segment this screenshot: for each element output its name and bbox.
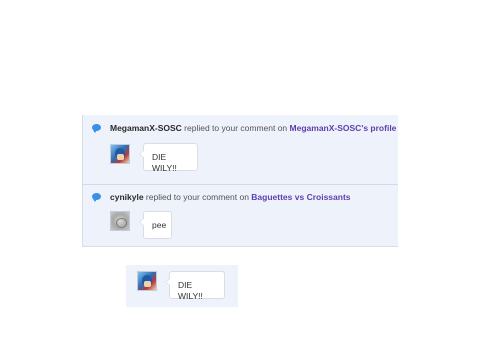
reply-preview-card: DIE WILY!! [126,265,238,307]
notification-action: replied to your comment on [181,123,290,133]
comment-bubble: pee [139,211,172,239]
target-link[interactable]: MegamanX-SOSC's profile [290,123,397,133]
reply-comment-text: DIE WILY!! [178,280,203,301]
username-link[interactable]: MegamanX-SOSC [110,123,182,133]
comment-text: DIE WILY!! [152,152,177,173]
comment-bubble-icon [92,193,101,202]
username-link[interactable]: cynikyle [110,192,144,202]
notification-item[interactable]: cynikyle replied to your comment on Bagu… [83,185,398,246]
page: MegamanX-SOSC replied to your comment on… [0,0,480,360]
comment-bubble-icon [92,124,101,133]
reply-comment-bubble: DIE WILY!! [165,271,225,301]
target-link[interactable]: Baguettes vs Croissants [251,192,350,202]
comment-bubble: DIE WILY!! [139,143,198,173]
notification-action: replied to your comment on [143,192,252,202]
notification-text: MegamanX-SOSC replied to your comment on… [110,123,396,134]
notification-list: MegamanX-SOSC replied to your comment on… [82,115,398,247]
megaman-avatar[interactable] [110,144,130,164]
megaman-avatar[interactable] [137,271,157,291]
cynikyle-avatar[interactable] [110,211,130,231]
notification-item[interactable]: MegamanX-SOSC replied to your comment on… [83,115,398,185]
comment-text: pee [152,220,167,230]
notification-text: cynikyle replied to your comment on Bagu… [110,192,351,203]
